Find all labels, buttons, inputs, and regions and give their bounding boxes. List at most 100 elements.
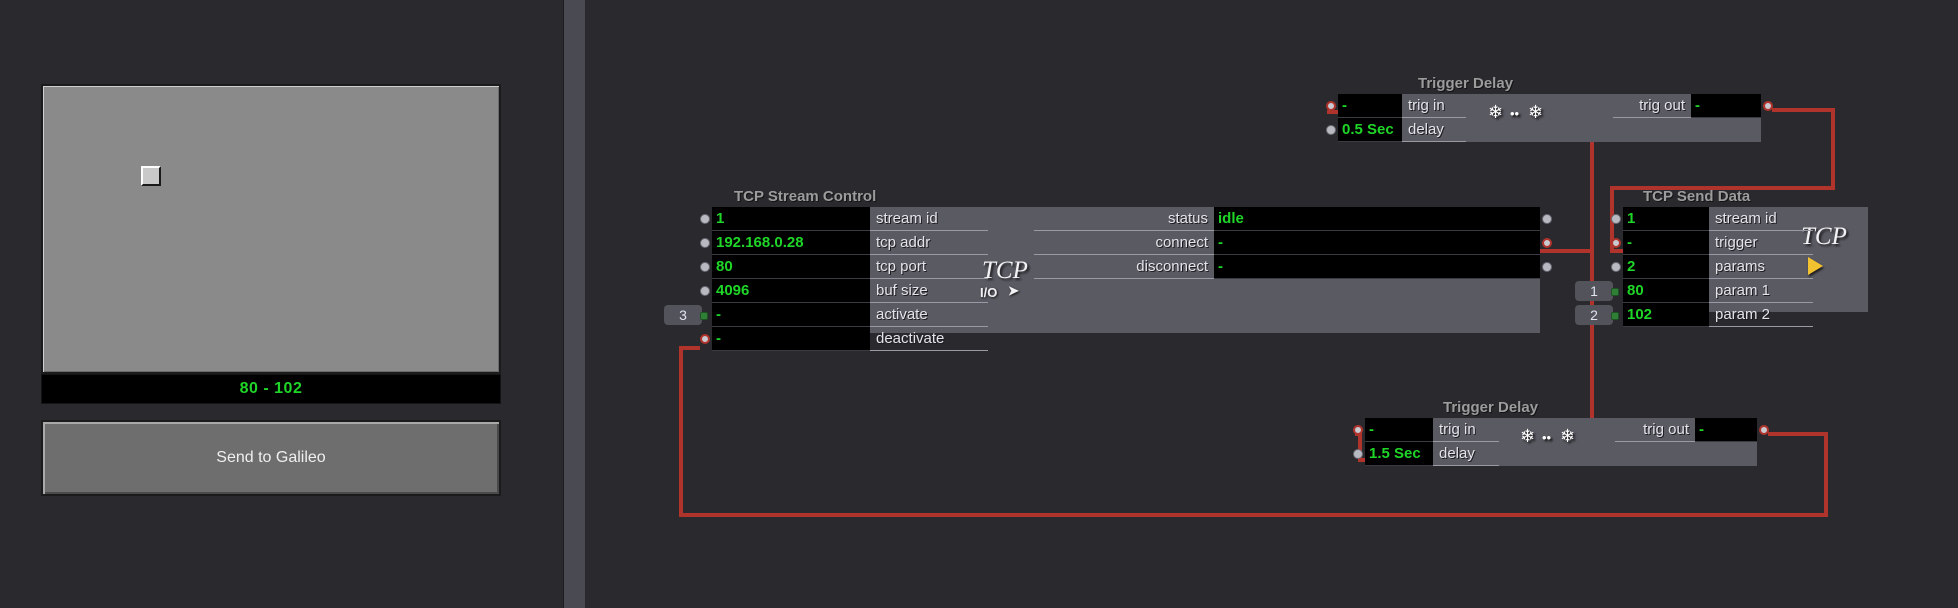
- port-row: - deactivate: [700, 327, 1540, 351]
- tcp-addr-input[interactable]: 192.168.0.28: [712, 231, 870, 255]
- param-1-input[interactable]: 80: [1623, 279, 1709, 303]
- input-socket[interactable]: [700, 262, 710, 272]
- input-label: tcp port: [870, 255, 988, 279]
- port-row: 1.5 Sec delay: [1353, 442, 1757, 466]
- patcher-window: 80 - 102 Send to Galileo TCP Stream Cont…: [0, 0, 1958, 608]
- port-row: 1 80 param 1: [1575, 279, 1868, 303]
- trig-out-label: trig out: [1615, 418, 1695, 442]
- range-readout: 80 - 102: [41, 374, 501, 404]
- port-row: 3 - activate: [664, 303, 1540, 327]
- tcp-port-input[interactable]: 80: [712, 255, 870, 279]
- input-label: trigger: [1709, 231, 1813, 255]
- input-label: stream id: [1709, 207, 1813, 231]
- node-title: Trigger Delay: [1418, 75, 1514, 92]
- port-row: - trigger: [1611, 231, 1868, 255]
- panel-divider[interactable]: [563, 0, 587, 608]
- delay-socket[interactable]: [1326, 125, 1336, 135]
- output-label: connect: [1034, 231, 1214, 255]
- input-label: activate: [870, 303, 988, 327]
- port-row: 1 stream id status idle: [700, 207, 1552, 231]
- port-row: 0.5 Sec delay: [1326, 118, 1761, 142]
- input-socket-activate[interactable]: [700, 312, 708, 320]
- port-row: - trig in trig out -: [1353, 418, 1769, 442]
- node-tcp-stream-control[interactable]: TCP Stream Control TCP I/O ➤ 1 stream id…: [664, 188, 1552, 351]
- row-spacer: [1466, 118, 1761, 142]
- deactivate-input[interactable]: -: [712, 327, 870, 351]
- port-row: 2 102 param 2: [1575, 303, 1868, 327]
- node-trigger-delay-bottom[interactable]: Trigger Delay ❄ •• ❄ - trig in trig out …: [1353, 399, 1769, 466]
- delay-label: delay: [1433, 442, 1499, 466]
- delay-input[interactable]: 0.5 Sec: [1338, 118, 1402, 142]
- input-socket[interactable]: [700, 214, 710, 224]
- row-spacer: [1499, 442, 1757, 466]
- input-index-badge[interactable]: 1: [1575, 281, 1613, 301]
- input-label: params: [1709, 255, 1813, 279]
- node-title: TCP Send Data: [1643, 188, 1751, 205]
- range-readout-value: 80 - 102: [239, 380, 303, 397]
- trig-in-label: trig in: [1433, 418, 1499, 442]
- row-spacer: [988, 231, 1034, 255]
- input-label: tcp addr: [870, 231, 988, 255]
- output-label: disconnect: [1034, 255, 1214, 279]
- trig-out-output: -: [1695, 418, 1757, 442]
- input-label: param 2: [1709, 303, 1813, 327]
- port-row: 192.168.0.28 tcp addr connect -: [700, 231, 1552, 255]
- param-2-input[interactable]: 102: [1623, 303, 1709, 327]
- node-tcp-send-data[interactable]: TCP Send Data TCP 1 stream id - trigger …: [1575, 188, 1868, 327]
- send-to-galileo-label: Send to Galileo: [216, 449, 326, 466]
- input-socket-trigger[interactable]: [1611, 238, 1621, 248]
- trig-out-output: -: [1691, 94, 1761, 118]
- buf-size-input[interactable]: 4096: [712, 279, 870, 303]
- node-body: TCP I/O ➤ 1 stream id status idle 192.16…: [664, 207, 1552, 351]
- row-spacer: [988, 255, 1034, 279]
- port-row: - trig in trig out -: [1326, 94, 1773, 118]
- node-body: ❄ •• ❄ - trig in trig out - 1.5 Sec dela…: [1353, 418, 1769, 466]
- output-label: status: [1034, 207, 1214, 231]
- delay-socket[interactable]: [1353, 449, 1363, 459]
- trig-in-socket[interactable]: [1353, 425, 1363, 435]
- toggle-checkbox[interactable]: [141, 166, 161, 186]
- row-spacer: [988, 303, 1540, 327]
- port-row: 4096 buf size: [700, 279, 1540, 303]
- connect-output: -: [1214, 231, 1540, 255]
- input-socket-deactivate[interactable]: [700, 334, 710, 344]
- trig-in-input[interactable]: -: [1365, 418, 1433, 442]
- trig-out-label: trig out: [1613, 94, 1691, 118]
- row-spacer: [988, 327, 1540, 351]
- input-socket[interactable]: [1611, 214, 1621, 224]
- trig-out-socket[interactable]: [1763, 101, 1773, 111]
- trig-in-socket[interactable]: [1326, 101, 1336, 111]
- trig-in-label: trig in: [1402, 94, 1466, 118]
- input-socket[interactable]: [700, 238, 710, 248]
- stream-id-input[interactable]: 1: [712, 207, 870, 231]
- input-socket[interactable]: [700, 286, 710, 296]
- params-input[interactable]: 2: [1623, 255, 1709, 279]
- trig-in-input[interactable]: -: [1338, 94, 1402, 118]
- input-socket-param1[interactable]: [1611, 288, 1619, 296]
- output-socket[interactable]: [1542, 262, 1552, 272]
- input-socket[interactable]: [1611, 262, 1621, 272]
- send-to-galileo-button[interactable]: Send to Galileo: [41, 420, 501, 496]
- stream-id-input[interactable]: 1: [1623, 207, 1709, 231]
- input-socket-param2[interactable]: [1611, 312, 1619, 320]
- input-index-badge[interactable]: 3: [664, 305, 702, 325]
- row-spacer: [1499, 418, 1615, 442]
- trig-out-socket[interactable]: [1759, 425, 1769, 435]
- row-spacer: [1466, 94, 1613, 118]
- port-row: 2 params: [1611, 255, 1868, 279]
- delay-input[interactable]: 1.5 Sec: [1365, 442, 1433, 466]
- output-socket-connect[interactable]: [1542, 238, 1552, 248]
- disconnect-output: -: [1214, 255, 1540, 279]
- node-trigger-delay-top[interactable]: Trigger Delay ❄ •• ❄ - trig in trig out …: [1326, 75, 1773, 142]
- trigger-input[interactable]: -: [1623, 231, 1709, 255]
- port-row: 1 stream id: [1611, 207, 1868, 231]
- row-spacer: [988, 279, 1540, 303]
- node-body: TCP 1 stream id - trigger 2 params 1 80: [1575, 207, 1868, 327]
- activate-input[interactable]: -: [712, 303, 870, 327]
- input-label: param 1: [1709, 279, 1813, 303]
- control-panel: 80 - 102 Send to Galileo: [0, 0, 563, 608]
- delay-label: delay: [1402, 118, 1466, 142]
- input-index-badge[interactable]: 2: [1575, 305, 1613, 325]
- output-socket[interactable]: [1542, 214, 1552, 224]
- toggle-gadget-surface[interactable]: [41, 84, 501, 374]
